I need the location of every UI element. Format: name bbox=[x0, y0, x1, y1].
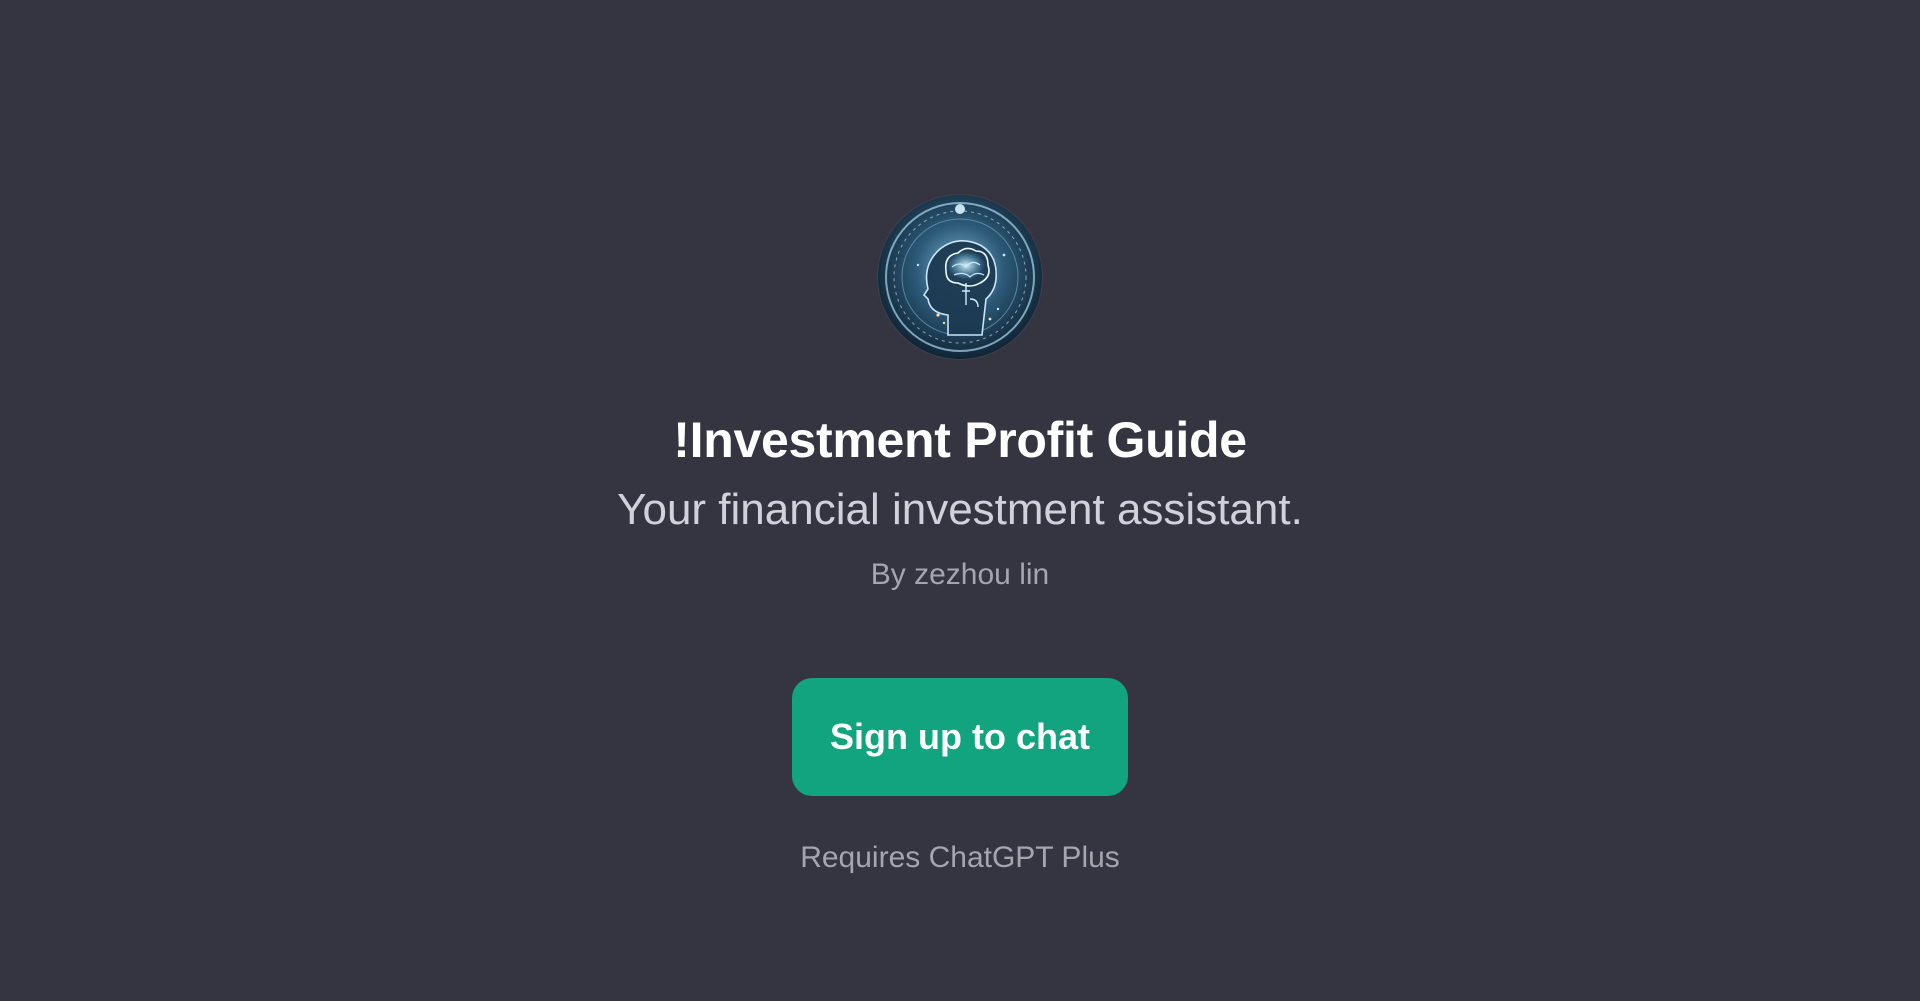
gpt-description: Your financial investment assistant. bbox=[617, 485, 1303, 534]
gpt-avatar bbox=[878, 195, 1042, 359]
sign-up-to-chat-button[interactable]: Sign up to chat bbox=[792, 678, 1128, 796]
plan-requirement-note: Requires ChatGPT Plus bbox=[800, 841, 1120, 874]
gpt-author: By zezhou lin bbox=[870, 558, 1050, 591]
ai-brain-head-icon bbox=[878, 195, 1042, 359]
gpt-title: !Investment Profit Guide bbox=[673, 412, 1247, 468]
gpt-landing-page: !Investment Profit Guide Your financial … bbox=[0, 0, 1920, 1001]
